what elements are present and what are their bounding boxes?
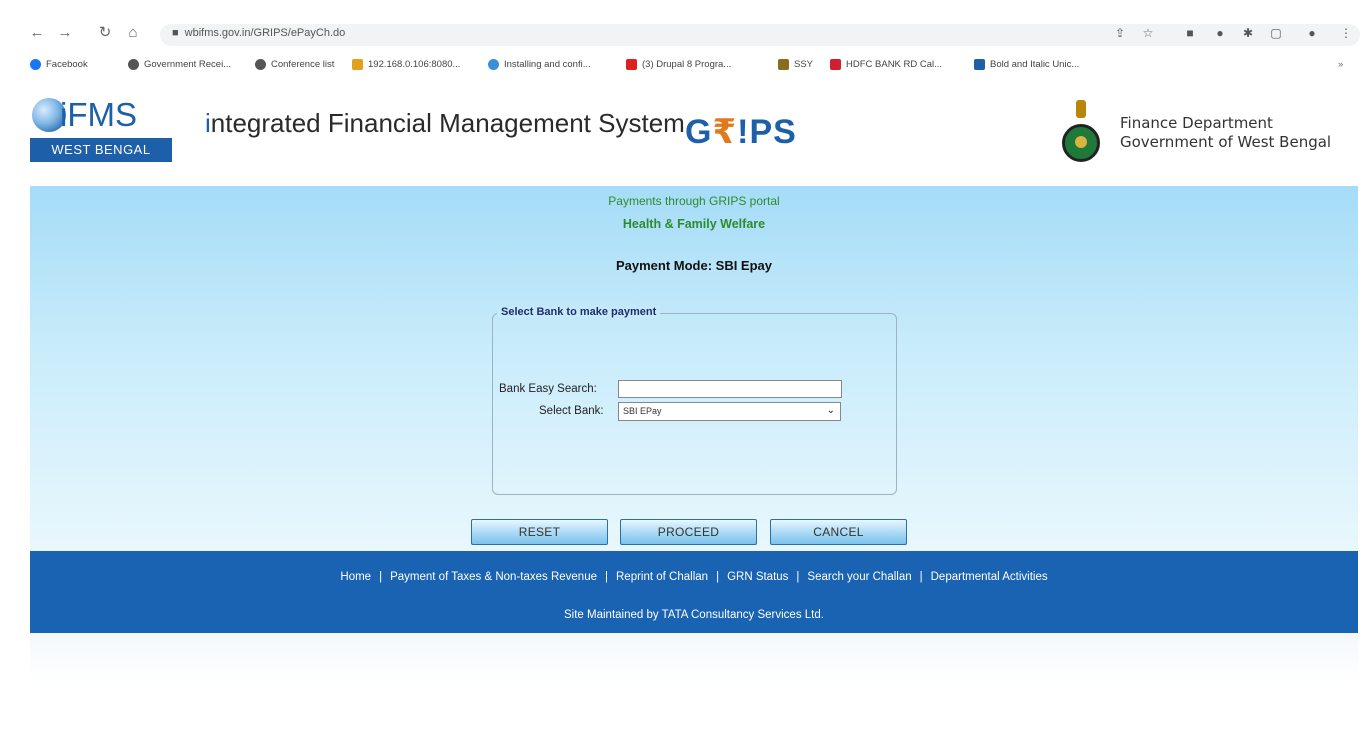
bookmark-item[interactable]: Conference list [255,59,334,70]
site-header: iFMS WEST BENGAL integrated Financial Ma… [30,86,1358,184]
grips-logo: G₹!PS [685,113,797,151]
bookmarks-bar: Facebook Government Recei... Conference … [0,56,1372,78]
state-emblem-icon [1060,100,1102,170]
selected-bank: SBI EPay [623,406,662,416]
maintained-by: Site Maintained by TATA Consultancy Serv… [564,609,824,621]
chevron-down-icon: ⌄ [826,405,835,416]
fieldset-legend: Select Bank to make payment [497,306,661,318]
footer-link-departmental[interactable]: Departmental Activities [931,571,1048,583]
bookmark-item[interactable]: (3) Drupal 8 Progra... [626,59,731,70]
bookmark-item[interactable]: Government Recei... [128,59,231,70]
separator: | [716,571,720,583]
home-icon[interactable]: ⌂ [124,24,142,42]
payment-mode: Payment Mode: SBI Epay [615,258,773,273]
page-bottom-area [30,633,1358,683]
bank-selection-fieldset: Select Bank to make payment Bank Easy Se… [492,306,897,495]
logo-state: WEST BENGAL [30,138,172,162]
separator: | [796,571,800,583]
share-icon[interactable]: ⇪ [1110,24,1130,42]
select-bank-label: Select Bank: [539,405,604,417]
bookmark-item[interactable]: 192.168.0.106:8080... [352,59,460,70]
profile-icon[interactable]: ● [1302,24,1322,42]
back-icon[interactable]: ← [28,24,46,42]
finance-department-title: Finance Department Government of West Be… [1120,114,1332,151]
bookmark-item[interactable]: SSY [778,59,813,70]
extension-icon[interactable]: ■ [1180,24,1200,42]
separator: | [919,571,923,583]
bank-search-label: Bank Easy Search: [499,383,597,395]
extension-icon[interactable]: ● [1210,24,1230,42]
puzzle-icon[interactable]: ✱ [1238,24,1258,42]
more-bookmarks-icon[interactable]: » [1338,59,1343,70]
logo-text: iFMS [60,96,137,133]
site-footer: Home | Payment of Taxes & Non-taxes Revenu… [30,551,1358,633]
footer-link-grn-status[interactable]: GRN Status [727,571,788,583]
warning-icon [352,59,363,70]
portal-caption: Payments through GRIPS portal [608,194,780,208]
bookmark-item[interactable]: Installing and confi... [488,59,591,70]
proceed-button[interactable]: PROCEED [620,519,757,545]
drupal-icon [488,59,499,70]
footer-link-payment[interactable]: Payment of Taxes & Non-taxes Revenue [390,571,597,583]
youtube-icon [626,59,637,70]
bookmark-item[interactable]: Facebook [30,59,88,70]
separator: | [379,571,383,583]
bookmark-icon [778,59,789,70]
star-icon[interactable]: ☆ [1138,24,1158,42]
bank-search-input[interactable] [618,380,842,398]
system-title: integrated Financial Management System [205,108,685,138]
select-bank-dropdown[interactable]: SBI EPay ⌄ [618,402,841,421]
separator: | [605,571,608,583]
reload-icon[interactable]: ↻ [96,24,114,42]
cancel-button[interactable]: CANCEL [770,519,907,545]
globe-icon [128,59,139,70]
globe-icon [255,59,266,70]
text-icon [974,59,985,70]
reset-button[interactable]: RESET [471,519,608,545]
ifms-logo[interactable]: iFMS WEST BENGAL [30,94,172,162]
browser-address-row: ← → ↻ ⌂ ■ wbifms.gov.in/GRIPS/ePayCh.do ⇪… [0,18,1372,52]
footer-link-home[interactable]: Home [340,571,371,583]
hdfc-icon [830,59,841,70]
bookmark-item[interactable]: Bold and Italic Unic... [974,59,1079,70]
facebook-icon [30,59,41,70]
department-name: Health & Family Welfare [622,217,766,231]
lock-icon: ■ [172,27,179,39]
url-text: wbifms.gov.in/GRIPS/ePayCh.do [184,27,346,39]
footer-link-search-challan[interactable]: Search your Challan [807,571,911,583]
payment-panel: Payments through GRIPS portal Health & F… [30,186,1358,551]
menu-icon[interactable]: ⋮ [1336,24,1356,42]
bookmark-item[interactable]: HDFC BANK RD Cal... [830,59,942,70]
footer-link-reprint[interactable]: Reprint of Challan [616,571,708,583]
forward-icon[interactable]: → [56,24,74,42]
sidebar-icon[interactable]: ▢ [1266,24,1286,42]
footer-links: Home | Payment of Taxes & Non-taxes Revenu… [30,571,1358,583]
